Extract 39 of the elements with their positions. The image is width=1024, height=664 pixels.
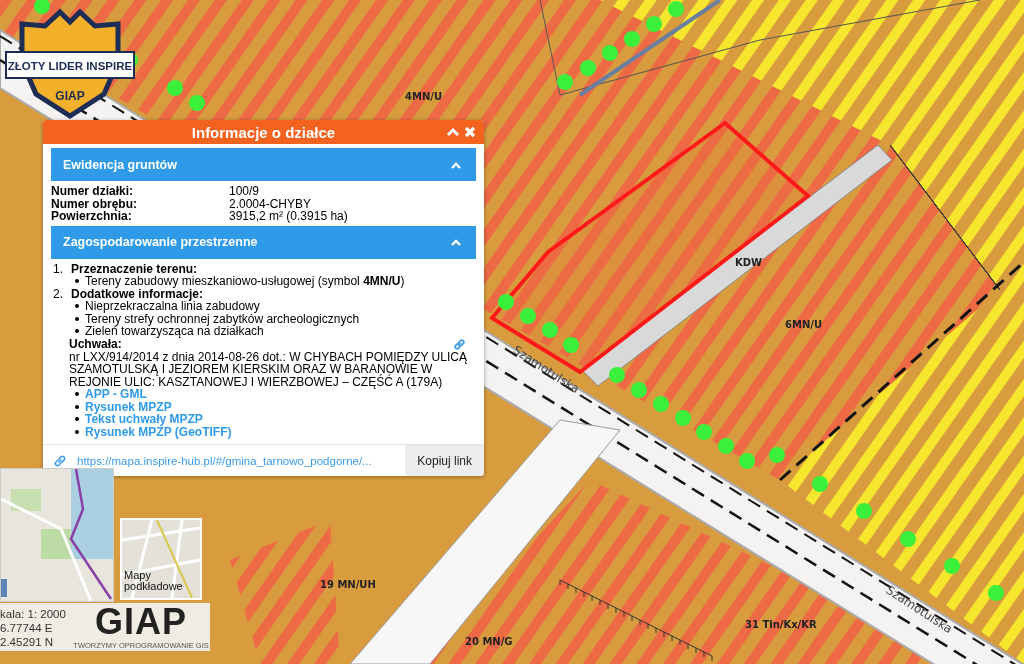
scale-text: 6.77744 E <box>0 621 54 635</box>
bullet-text: Zieleń towarzysząca na działkach <box>85 325 264 338</box>
logo-name: GIAP <box>95 603 187 641</box>
bullet-text: Tereny zabudowy mieszkaniowo-usługowej (symbol 4MN/U) <box>85 275 405 288</box>
copy-link-button[interactable]: Kopiuj link <box>405 445 484 476</box>
url-field[interactable]: https://mapa.inspire-hub.pl/#/gmina_tarnowo_podgorne/... <box>43 445 406 476</box>
item-number: 1. <box>53 262 64 275</box>
document-link[interactable]: Rysunek MPZP (GeoTIFF) <box>85 425 232 438</box>
resolution-label: Uchwała: <box>69 337 122 350</box>
basemap-label: Mapy podkładowe <box>124 570 184 592</box>
document-link[interactable]: Rysunek MPZP <box>85 400 172 413</box>
bullet-text: Nieprzekraczalna linia zabudowy <box>85 300 260 313</box>
item-number: 2. <box>53 287 64 300</box>
resolution-text: nr LXX/914/2014 z dnia 2014-08-26 dot.: W CHYBACH POMIĘDZY ULICĄ SZAMOTULSKĄ I JEZIOREM KIERSKIM ORAZ W BARANOWIE W REJONIE ULIC: KASZTANOWEJ I WIERZBOWEJ – CZĘŚĆ A (179A) <box>69 350 468 388</box>
document-link[interactable]: Tekst uchwały MPZP <box>85 413 203 426</box>
scale-text: 2.45291 N <box>0 635 55 649</box>
zone-label: KDW <box>735 257 763 268</box>
bullet-text: Tereny strefy ochronnej zabytków archeologicznych <box>85 312 360 325</box>
item-title: Dodatkowe informacje: <box>71 287 204 300</box>
field-value: 100/9 <box>229 185 261 198</box>
zone-label: 31 Tln/Kx/KR <box>745 619 817 630</box>
field-value: 3915,2 m² (0.3915 ha) <box>229 210 349 223</box>
document-link[interactable]: APP - GML <box>85 388 147 401</box>
section-header[interactable]: Zagospodarowanie przestrzenne <box>51 225 476 259</box>
section-header[interactable]: Ewidencja gruntów <box>51 148 476 181</box>
scale-text: kala: 1: 2000 <box>0 607 67 621</box>
field-value: 2.0004-CHYBY <box>229 197 313 210</box>
zone-label: 19 MN/UH <box>320 579 376 590</box>
basemap-tile[interactable]: Mapy podkładowe <box>120 518 202 600</box>
zone-label: 20 MN/G <box>465 636 513 647</box>
badge-subtitle: GIAP <box>55 89 85 103</box>
badge-title: ZŁOTY LIDER INSPIRE <box>7 60 133 72</box>
field-label: Numer obrębu: <box>51 197 138 210</box>
popup-title: Informacje o działce <box>191 123 336 141</box>
item-title: Przeznaczenie terenu: <box>71 262 198 275</box>
field-label: Numer działki: <box>51 185 135 198</box>
field-label: Powierzchnia: <box>51 210 132 223</box>
zone-label: 6MN/U <box>785 319 823 330</box>
zone-label: 4MN/U <box>405 91 443 102</box>
